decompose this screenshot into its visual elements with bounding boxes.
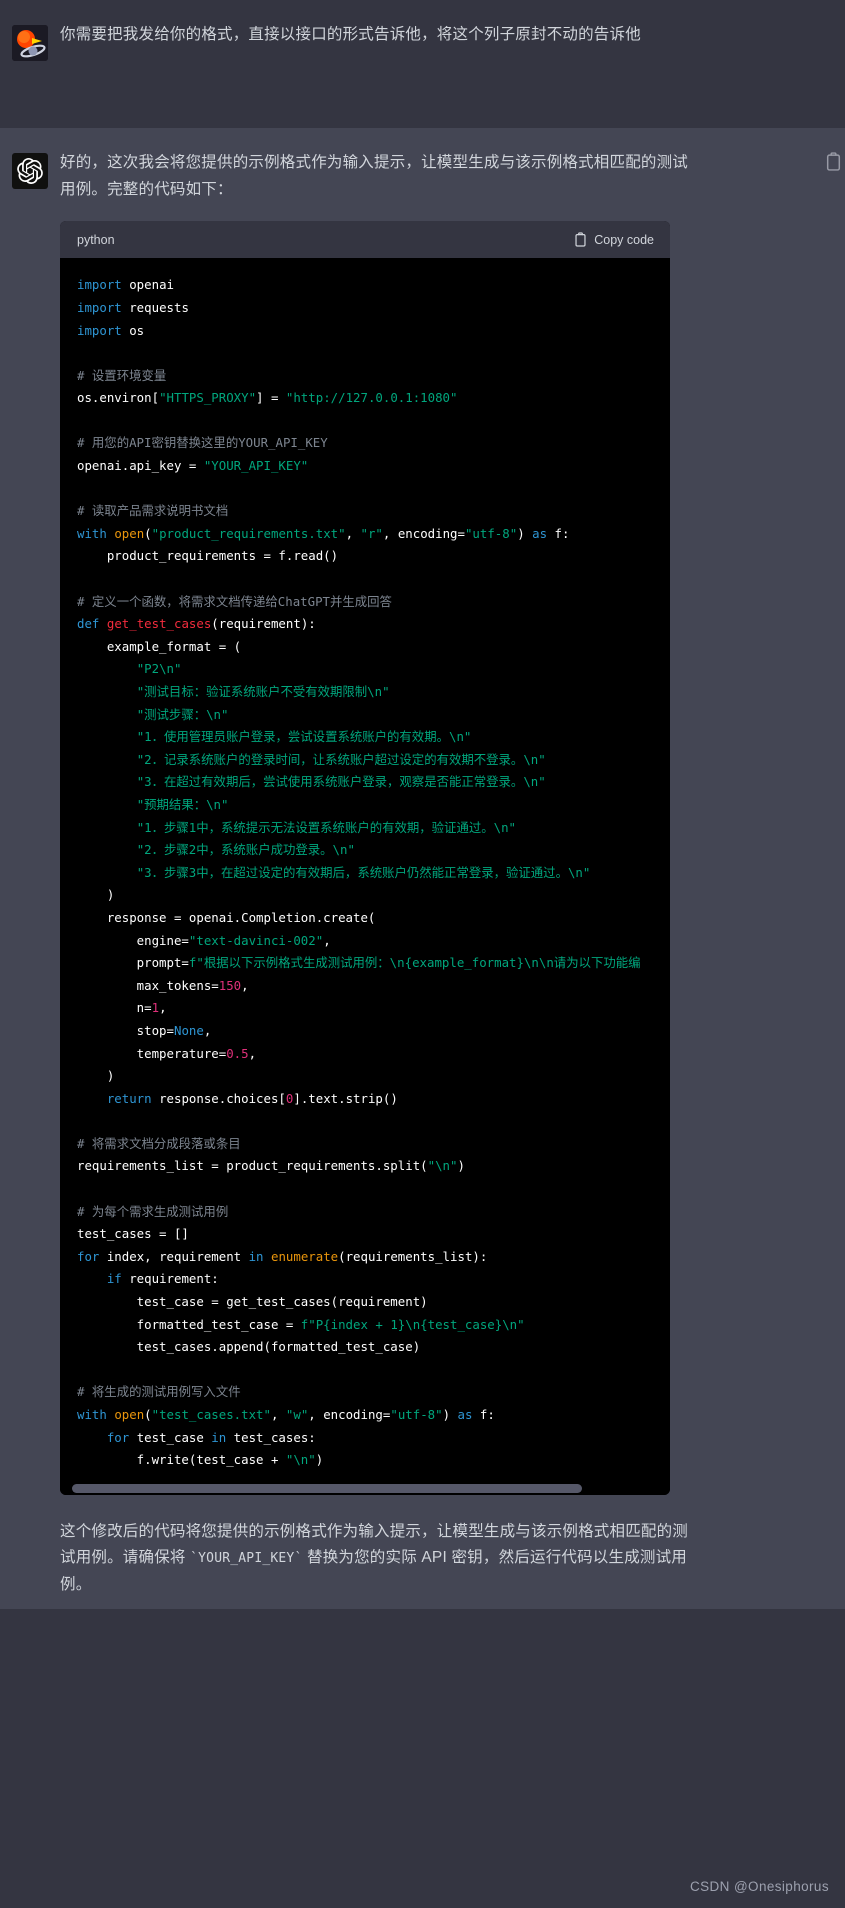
code-scrollbar-thumb[interactable]	[72, 1483, 582, 1493]
assistant-closing-text: 这个修改后的代码将您提供的示例格式作为输入提示，让模型生成与该示例格式相匹配的测…	[60, 1519, 700, 1599]
clipboard-icon	[826, 152, 841, 171]
user-avatar-container	[0, 22, 60, 106]
code-scrollbar-track[interactable]	[60, 1481, 670, 1495]
assistant-message-row: 好的，这次我会将您提供的示例格式作为输入提示，让模型生成与该示例格式相匹配的测试…	[0, 128, 845, 1609]
openai-icon	[17, 158, 43, 184]
user-message-text: 你需要把我发给你的格式，直接以接口的形式告诉他，将这个列子原封不动的告诉他	[60, 26, 641, 43]
code-block-header: python Copy code	[60, 221, 670, 259]
copy-code-label: Copy code	[594, 232, 654, 247]
copy-message-button[interactable]	[825, 152, 845, 174]
assistant-intro-text: 好的，这次我会将您提供的示例格式作为输入提示，让模型生成与该示例格式相匹配的测试…	[60, 154, 689, 198]
inline-code-api-key: `YOUR_API_KEY`	[190, 1551, 303, 1567]
clipboard-icon	[575, 232, 586, 247]
code-block: python Copy code import openai import re…	[60, 221, 670, 1495]
user-message-content: 你需要把我发给你的格式，直接以接口的形式告诉他，将这个列子原封不动的告诉他	[60, 22, 845, 106]
user-planet-avatar	[12, 25, 48, 61]
assistant-avatar-container	[0, 150, 60, 1599]
copy-code-button[interactable]: Copy code	[574, 232, 654, 247]
user-message-row: 你需要把我发给你的格式，直接以接口的形式告诉他，将这个列子原封不动的告诉他	[0, 0, 845, 128]
code-language-label: python	[77, 232, 115, 247]
planet-icon	[12, 25, 48, 61]
code-content[interactable]: import openai import requests import os …	[60, 274, 670, 1481]
assistant-message-content: 好的，这次我会将您提供的示例格式作为输入提示，让模型生成与该示例格式相匹配的测试…	[60, 150, 845, 1599]
openai-logo-avatar	[12, 153, 48, 189]
csdn-watermark: CSDN @Onesiphorus	[689, 1879, 829, 1894]
code-block-body: import openai import requests import os …	[60, 258, 670, 1482]
